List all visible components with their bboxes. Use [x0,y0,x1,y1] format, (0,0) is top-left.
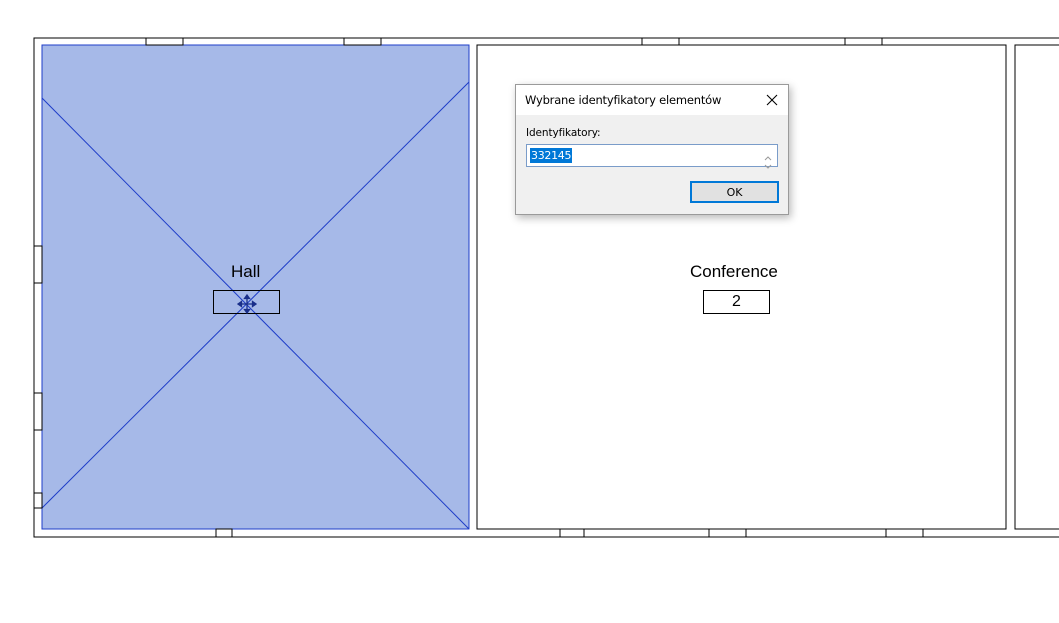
room-conference-number: 2 [732,293,741,310]
chevron-down-icon[interactable] [761,156,775,169]
room-hall-fill[interactable] [41,44,470,530]
selected-ids-dialog: Wybrane identyfikatory elementów Identyf… [515,84,789,215]
dialog-title: Wybrane identyfikatory elementów [525,93,722,107]
chevron-up-icon[interactable] [761,147,775,161]
wall-openings-top [145,37,883,46]
ok-button[interactable]: OK [690,181,779,203]
ids-field-label: Identyfikatory: [526,127,601,139]
close-icon[interactable] [762,90,782,110]
room-hall-label: Hall [231,262,261,281]
room-conference-label: Conference [690,262,778,281]
wall-openings-left [33,245,43,509]
wall-openings-bottom [215,528,924,538]
ids-spinner [761,147,775,169]
ids-input-value: 332145 [530,148,573,163]
ids-input[interactable]: 332145 [526,144,778,169]
dialog-titlebar[interactable]: Wybrane identyfikatory elementów [516,85,788,115]
move-cursor-icon [237,294,257,314]
room-right-partial[interactable] [1014,44,1059,530]
room-conference-tag[interactable]: 2 [703,290,770,314]
